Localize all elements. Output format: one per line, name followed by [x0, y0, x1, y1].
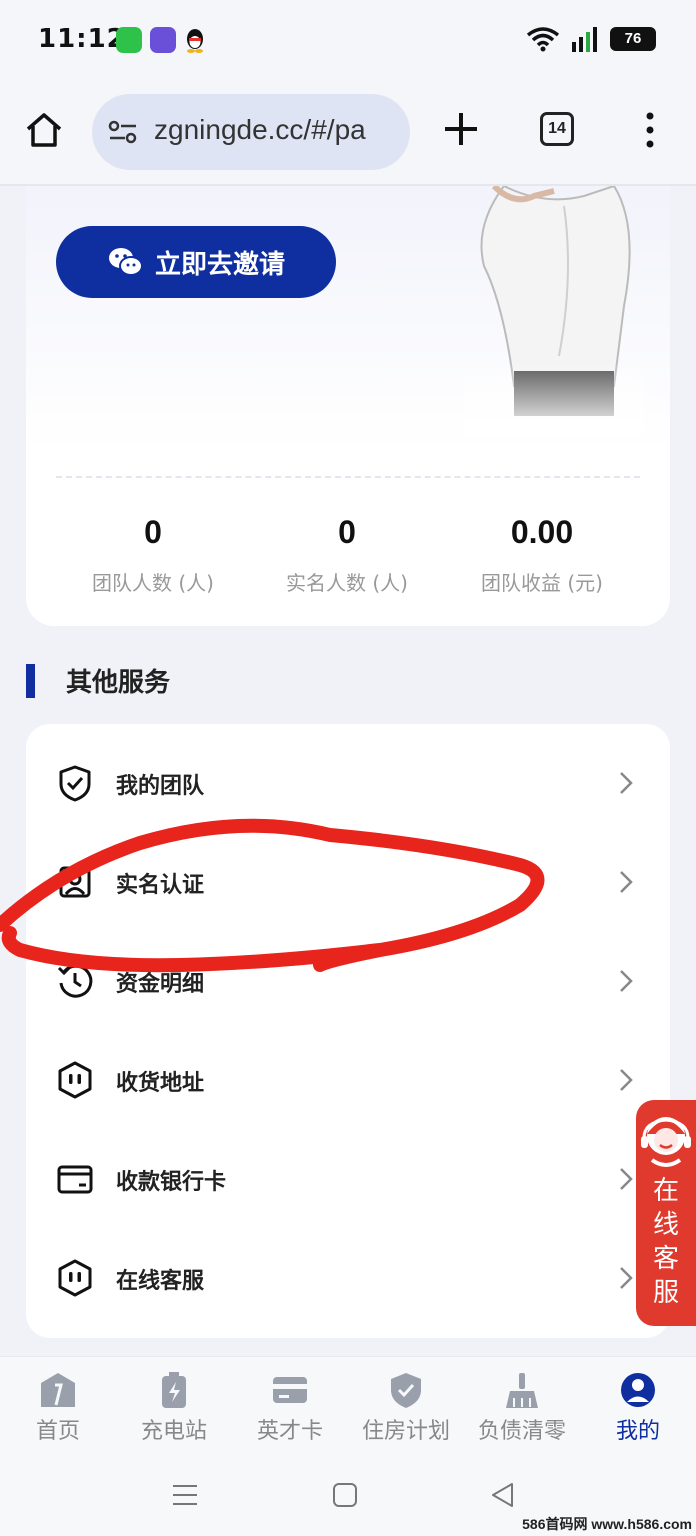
hexagon-face-icon	[58, 1061, 92, 1099]
menu-icon[interactable]	[170, 1480, 200, 1510]
nav-label: 英才卡	[256, 1419, 323, 1444]
nav-item-mine[interactable]: 我的	[580, 1371, 696, 1451]
service-item-real-name-verification[interactable]: 实名认证	[26, 833, 670, 932]
section-title: 其他服务	[66, 668, 171, 698]
shield-check-icon	[59, 765, 91, 802]
nav-label: 充电站	[140, 1419, 207, 1444]
vpn-notification-icon	[150, 27, 176, 53]
stat-label: 团队人数 (人)	[92, 571, 214, 595]
nav-label: 住房计划	[361, 1419, 450, 1444]
status-bar: 11:12 76	[0, 0, 696, 80]
home-square-icon[interactable]	[330, 1480, 360, 1510]
hexagon-face-icon	[58, 1259, 92, 1297]
status-time: 11:12	[38, 24, 126, 54]
id-card-icon	[59, 866, 91, 898]
person-illustration	[464, 186, 644, 436]
chevron-right-icon	[620, 1069, 633, 1091]
service-label: 收货地址	[116, 1071, 205, 1096]
service-label: 在线客服	[116, 1269, 205, 1294]
service-label: 我的团队	[116, 774, 205, 799]
shield-icon	[391, 1373, 421, 1408]
card-icon	[273, 1377, 307, 1403]
chevron-right-icon	[620, 772, 633, 794]
profile-icon	[621, 1373, 655, 1407]
nav-item-debt-clear[interactable]: 负债清零	[464, 1371, 580, 1451]
nav-label: 首页	[35, 1419, 80, 1444]
service-item-fund-details[interactable]: 资金明细	[26, 932, 670, 1031]
back-triangle-icon[interactable]	[488, 1480, 518, 1510]
invite-card: 立即去邀请 0 团队人数 (人) 0 实名人数 (人) 0.00 团队收益 (元…	[26, 186, 670, 626]
signal-icon	[572, 27, 597, 52]
support-agent-icon	[641, 1117, 691, 1167]
qq-notification-icon	[187, 29, 203, 53]
broom-icon	[506, 1373, 538, 1408]
stat-team-earnings: 0.00 团队收益 (元)	[442, 514, 642, 596]
site-settings-icon[interactable]	[108, 118, 138, 146]
url-text: zgningde.cc/#/pa	[154, 114, 366, 145]
new-tab-icon[interactable]	[440, 108, 482, 150]
chevron-right-icon	[620, 1267, 633, 1289]
nav-item-home[interactable]: 首页	[0, 1371, 116, 1451]
tab-switcher-button[interactable]: 14	[540, 112, 574, 146]
battery-charge-icon	[162, 1372, 186, 1408]
chevron-right-icon	[620, 970, 633, 992]
nav-item-housing-plan[interactable]: 住房计划	[348, 1371, 464, 1451]
watermark-text: 586首码网 www.h586.com	[522, 1516, 692, 1532]
floating-support-button[interactable]: 在线客服	[636, 1100, 696, 1326]
invite-button-label: 立即去邀请	[154, 249, 285, 280]
service-label: 收款银行卡	[116, 1170, 227, 1195]
system-navigation-bar: 586首码网 www.h586.com	[0, 1456, 696, 1536]
service-label: 实名认证	[116, 873, 205, 898]
history-clock-icon	[57, 964, 93, 998]
wechat-notification-icon	[116, 27, 142, 53]
floating-support-label: 在线客服	[652, 1176, 679, 1308]
status-indicators: 76	[526, 26, 656, 52]
stats-divider	[56, 476, 640, 478]
stat-verified-count: 0 实名人数 (人)	[247, 514, 447, 596]
stat-value: 0	[338, 514, 356, 550]
bottom-navigation: 首页 充电站 英才卡 住房计划 负债清零 我的	[0, 1356, 696, 1456]
stat-label: 实名人数 (人)	[286, 571, 408, 595]
home-icon[interactable]	[24, 110, 64, 150]
service-item-shipping-address[interactable]: 收货地址	[26, 1031, 670, 1130]
service-item-bank-card[interactable]: 收款银行卡	[26, 1130, 670, 1229]
section-accent-bar	[26, 664, 35, 698]
service-label: 资金明细	[116, 972, 205, 997]
address-bar[interactable]: zgningde.cc/#/pa	[92, 94, 410, 170]
service-item-online-support[interactable]: 在线客服	[26, 1229, 670, 1328]
stat-value: 0.00	[510, 514, 574, 550]
nav-label: 负债清零	[477, 1419, 566, 1444]
invite-button[interactable]: 立即去邀请	[56, 226, 336, 298]
chevron-right-icon	[620, 871, 633, 893]
wifi-icon	[526, 27, 560, 52]
bank-card-icon	[57, 1165, 93, 1194]
nav-item-talent-card[interactable]: 英才卡	[232, 1371, 348, 1451]
nav-item-charging-station[interactable]: 充电站	[116, 1371, 232, 1451]
service-list: 我的团队 实名认证 资金明细 收货地址 收款银行卡 在线客服	[26, 724, 670, 1338]
stat-value: 0	[144, 514, 162, 550]
more-menu-icon[interactable]	[640, 110, 660, 150]
wechat-icon	[108, 248, 143, 276]
chevron-right-icon	[620, 1168, 633, 1190]
nav-label: 我的	[615, 1419, 660, 1444]
browser-toolbar: zgningde.cc/#/pa 14	[0, 80, 696, 186]
battery-indicator: 76	[610, 27, 656, 51]
stat-label: 团队收益 (元)	[481, 571, 603, 595]
service-item-my-team[interactable]: 我的团队	[26, 734, 670, 833]
home-icon	[41, 1373, 75, 1407]
stat-team-count: 0 团队人数 (人)	[53, 514, 253, 596]
